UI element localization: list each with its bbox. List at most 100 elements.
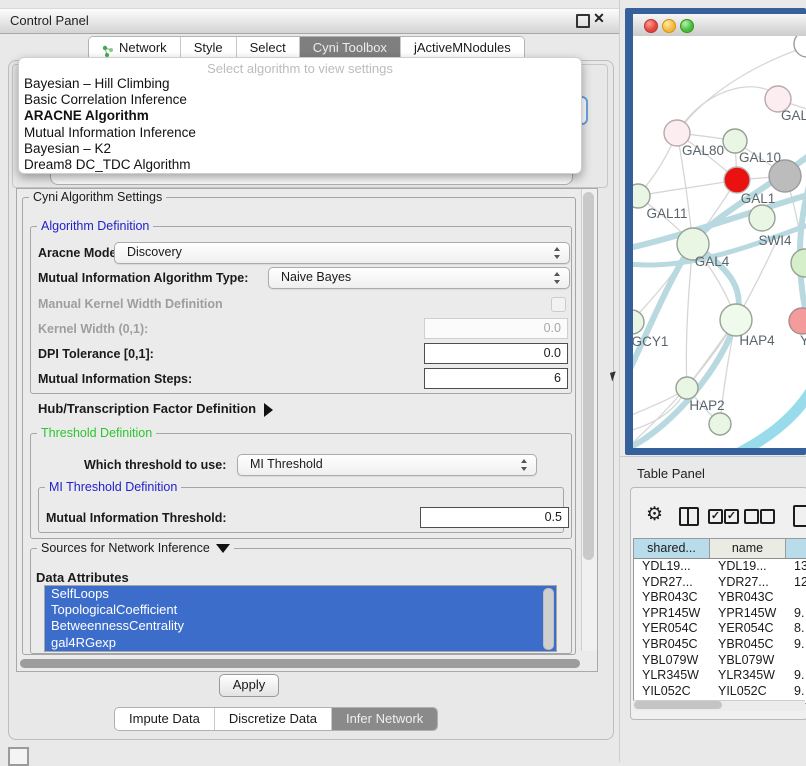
document-icon[interactable]: [793, 505, 806, 527]
tab-network[interactable]: Network: [89, 37, 181, 59]
checked-checkbox-icon[interactable]: [708, 509, 723, 524]
minimize-traffic-light[interactable]: [662, 19, 676, 33]
aracne-mode-combo[interactable]: Discovery: [114, 242, 570, 264]
tab-label: Discretize Data: [229, 711, 317, 726]
attribute-item-selected[interactable]: SelfLoops: [45, 586, 556, 602]
horizontal-scrollbar-thumb[interactable]: [20, 659, 580, 668]
manual-kernel-label: Manual Kernel Width Definition: [38, 297, 223, 311]
network-node[interactable]: [709, 413, 731, 435]
dropdown-placeholder: Select algorithm to view settings: [19, 61, 581, 76]
algorithm-option[interactable]: Bayesian – Hill Climbing: [19, 76, 581, 92]
table-cell: YBL079W: [634, 653, 710, 669]
table-cell: [786, 590, 806, 606]
control-panel: Control Panel ✕ Network Style Select Cyn…: [0, 0, 620, 762]
algorithm-option[interactable]: Mutual Information Inference: [19, 125, 581, 141]
network-node-labels: GALGAL80GAL10GAL1GAL11SWI4GAL4GCY1HAP4YH…: [633, 108, 806, 413]
attribute-item-selected[interactable]: gal4RGexp: [45, 635, 556, 651]
zoom-traffic-light[interactable]: [680, 19, 694, 33]
network-canvas[interactable]: GALGAL80GAL10GAL1GAL11SWI4GAL4GCY1HAP4YH…: [633, 36, 806, 448]
attribute-item-selected[interactable]: BetweennessCentrality: [45, 618, 556, 634]
sources-toggle[interactable]: Sources for Network Inference: [37, 541, 234, 555]
node-table[interactable]: shared...name YDL19...YDL19...13YDR27...…: [633, 538, 806, 704]
tab-jactivemnodules[interactable]: jActiveMNodules: [401, 37, 524, 59]
table-cell: 8.: [786, 621, 806, 637]
gear-icon[interactable]: ⚙: [646, 505, 663, 525]
which-threshold-combo[interactable]: MI Threshold: [237, 454, 537, 476]
data-attributes-list[interactable]: SelfLoopsTopologicalCoefficientBetweenne…: [44, 585, 557, 652]
apply-button[interactable]: Apply: [219, 674, 279, 697]
dpi-tolerance-field[interactable]: 0.0: [424, 343, 568, 364]
table-cell: YIL052C: [710, 684, 786, 700]
table-row[interactable]: YIL052CYIL052C9.: [634, 684, 806, 700]
tab-label: Style: [194, 37, 223, 59]
table-cell: YBR045C: [634, 637, 710, 653]
tab-discretize-data[interactable]: Discretize Data: [215, 708, 332, 730]
hub-definition-label: Hub/Transcription Factor Definition: [38, 401, 256, 416]
tab-style[interactable]: Style: [181, 37, 237, 59]
table-horizontal-scrollbar-thumb[interactable]: [634, 701, 722, 709]
tab-cyni-toolbox[interactable]: Cyni Toolbox: [300, 37, 401, 59]
algorithm-option[interactable]: Basic Correlation Inference: [19, 92, 581, 108]
kernel-width-field[interactable]: 0.0: [424, 318, 568, 339]
columns-icon[interactable]: [679, 507, 699, 526]
tab-impute-data[interactable]: Impute Data: [115, 708, 215, 730]
network-node[interactable]: [791, 249, 806, 277]
table-row[interactable]: YBR043CYBR043C: [634, 590, 806, 606]
control-panel-titlebar: Control Panel: [0, 8, 619, 34]
mi-threshold-field[interactable]: 0.5: [420, 507, 569, 528]
table-cell: YDL19...: [634, 559, 710, 575]
network-node-hap4[interactable]: [720, 304, 752, 336]
manual-kernel-checkbox[interactable]: [551, 297, 566, 312]
network-node-swi4[interactable]: [749, 205, 775, 231]
network-node[interactable]: [794, 36, 806, 57]
column-header[interactable]: shared...: [634, 539, 710, 558]
table-row[interactable]: YDL19...YDL19...13: [634, 559, 806, 575]
network-window-titlebar[interactable]: [633, 14, 806, 37]
tab-select[interactable]: Select: [237, 37, 300, 59]
table-header-row: shared...name: [634, 539, 806, 559]
algorithm-option[interactable]: Bayesian – K2: [19, 141, 581, 157]
network-node-hap2[interactable]: [676, 377, 698, 399]
hub-definition-toggle[interactable]: Hub/Transcription Factor Definition: [38, 401, 273, 417]
mi-steps-field[interactable]: 6: [424, 368, 568, 389]
combo-arrows-icon: [554, 247, 561, 259]
table-cell: 9.: [786, 606, 806, 622]
list-scrollbar-thumb[interactable]: [543, 588, 554, 650]
column-header[interactable]: name: [710, 539, 786, 558]
algorithm-list: Bayesian – Hill ClimbingBasic Correlatio…: [19, 76, 581, 173]
table-row[interactable]: YBL079WYBL079W: [634, 653, 806, 669]
network-node-gal11[interactable]: [633, 184, 650, 208]
algorithm-option[interactable]: Dream8 DC_TDC Algorithm: [19, 157, 581, 173]
table-row[interactable]: YDR27...YDR27...12: [634, 575, 806, 591]
checked-checkbox-icon[interactable]: [724, 509, 739, 524]
panel-title: Control Panel: [10, 13, 89, 28]
vertical-scrollbar-thumb[interactable]: [583, 192, 594, 560]
table-row[interactable]: YBR045CYBR045C9.: [634, 637, 806, 653]
unchecked-checkbox-icon[interactable]: [744, 509, 759, 524]
close-icon[interactable]: ✕: [593, 12, 605, 24]
node-label: GAL11: [646, 206, 687, 221]
tab-infer-network[interactable]: Infer Network: [332, 708, 437, 730]
table-cell: 9.: [786, 684, 806, 700]
node-label: GCY1: [633, 334, 668, 349]
table-cell: YBR043C: [710, 590, 786, 606]
float-window-icon[interactable]: [576, 14, 590, 28]
table-row[interactable]: YER054CYER054C8.: [634, 621, 806, 637]
bottom-tabs: Impute Data Discretize Data Infer Networ…: [114, 707, 438, 731]
table-row[interactable]: YLR345WYLR345W9.: [634, 668, 806, 684]
network-node-gal1[interactable]: [724, 167, 750, 193]
close-traffic-light[interactable]: [644, 19, 658, 33]
table-cell: YER054C: [634, 621, 710, 637]
algorithm-option[interactable]: ARACNE Algorithm: [19, 108, 581, 124]
dpi-tolerance-label: DPI Tolerance [0,1]:: [38, 347, 154, 361]
table-cell: YIL052C: [634, 684, 710, 700]
table-row[interactable]: YPR145WYPR145W9.: [634, 606, 806, 622]
mi-algorithm-type-combo[interactable]: Naive Bayes: [268, 267, 570, 289]
network-node-y[interactable]: [789, 308, 806, 334]
column-header[interactable]: [786, 539, 806, 558]
attribute-item-selected[interactable]: TopologicalCoefficient: [45, 602, 556, 618]
network-node-gcy1[interactable]: [633, 310, 644, 334]
table-cell: 9.: [786, 637, 806, 653]
unchecked-checkbox-icon[interactable]: [760, 509, 775, 524]
docked-panel-icon[interactable]: [8, 747, 29, 766]
